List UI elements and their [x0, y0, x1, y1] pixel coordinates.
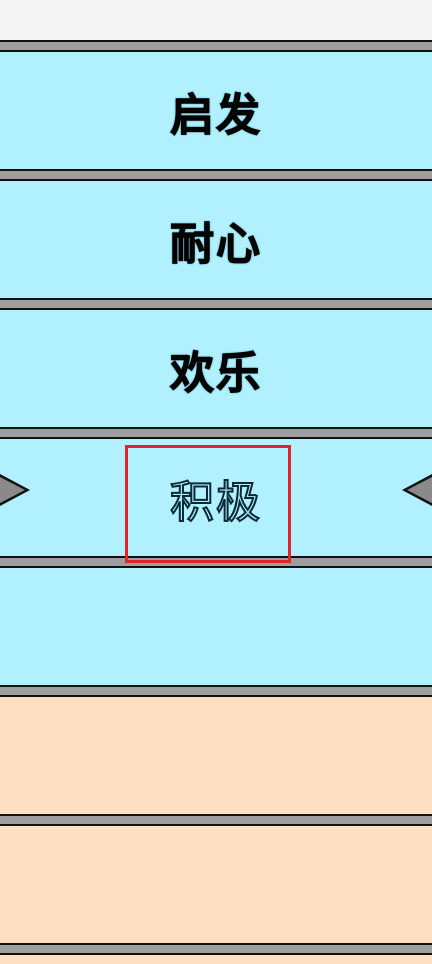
word-slot-empty[interactable]	[0, 826, 432, 943]
slot-divider	[0, 298, 432, 310]
word-slot-3[interactable]: 欢乐	[0, 310, 432, 427]
slot-divider	[0, 814, 432, 826]
slot-divider	[0, 427, 432, 439]
slot-divider	[0, 169, 432, 181]
triangle-left-icon	[402, 474, 432, 506]
slot-divider	[0, 685, 432, 697]
word-slot-selected[interactable]: 积极	[0, 439, 432, 556]
slot-divider	[0, 556, 432, 568]
top-bar	[0, 0, 432, 40]
triangle-right-icon	[0, 474, 30, 506]
word-label: 欢乐	[170, 347, 262, 399]
word-label: 启发	[170, 89, 262, 141]
slot-divider	[0, 943, 432, 955]
word-slot-partial	[0, 955, 432, 964]
word-slot-2[interactable]: 耐心	[0, 181, 432, 298]
word-label: 耐心	[170, 218, 262, 270]
word-slot-empty[interactable]	[0, 697, 432, 814]
word-slot-1[interactable]: 启发	[0, 52, 432, 169]
word-label-selected: 积极	[169, 476, 262, 529]
word-slot-empty[interactable]	[0, 568, 432, 685]
slot-divider	[0, 40, 432, 52]
